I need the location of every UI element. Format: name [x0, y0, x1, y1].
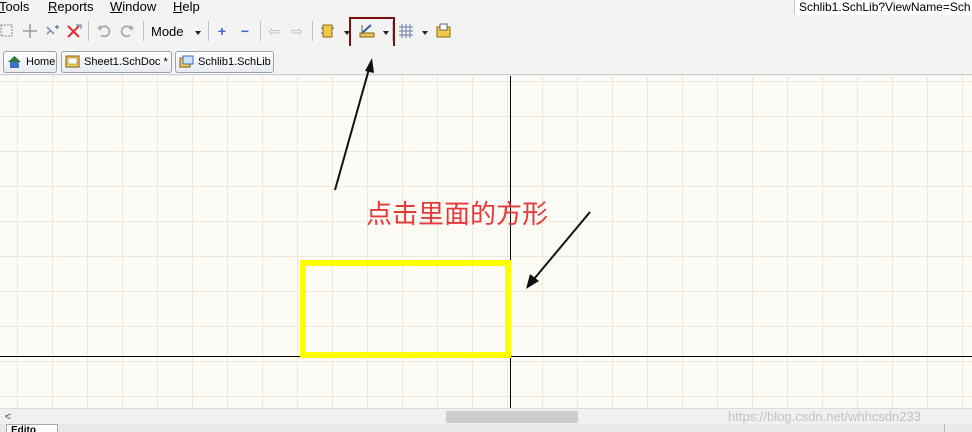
- schdoc-icon: [65, 55, 80, 68]
- zoom-out-icon[interactable]: −: [237, 23, 253, 39]
- menu-reports-label: eports: [57, 0, 94, 14]
- move-icon[interactable]: [22, 23, 38, 39]
- toolbar-separator: [312, 21, 313, 41]
- bottom-right-panel: [944, 424, 972, 432]
- menu-reports[interactable]: Reports: [48, 0, 94, 14]
- toolbar-separator: [208, 21, 209, 41]
- menu-reports-mnemonic: R: [48, 0, 58, 14]
- next-icon[interactable]: ⇨: [289, 23, 305, 39]
- toolbar-separator: [260, 21, 261, 41]
- scrollbar-thumb[interactable]: [446, 411, 578, 423]
- tab-home[interactable]: Home: [3, 51, 57, 73]
- document-tab-bar: Home Sheet1.SchDoc * Schlib1.SchLib: [0, 46, 972, 75]
- tab-sheet1-label: Sheet1.SchDoc *: [84, 56, 168, 68]
- menu-help-mnemonic: H: [173, 0, 183, 14]
- tab-home-label: Home: [26, 56, 56, 68]
- address-field[interactable]: Schlib1.SchLib?ViewName=Sch: [794, 0, 972, 15]
- component-rectangle[interactable]: [300, 260, 511, 358]
- schematic-canvas[interactable]: 点击里面的方形: [0, 76, 972, 408]
- library-icon[interactable]: [436, 23, 452, 39]
- toolbar: Mode + − ⇦ ⇨: [0, 15, 972, 46]
- cross-probe-icon[interactable]: [45, 23, 61, 39]
- grid-icon[interactable]: [398, 23, 414, 39]
- toolbar-separator: [88, 21, 89, 41]
- bottom-panel-strip: Edito: [0, 424, 972, 432]
- annotation-text: 点击里面的方形: [366, 200, 549, 230]
- menu-window[interactable]: Window: [110, 0, 156, 14]
- toolbar-separator: [143, 21, 144, 41]
- menu-window-mnemonic: W: [110, 0, 123, 14]
- chevron-down-icon[interactable]: [195, 31, 201, 35]
- tab-schlib1-schlib[interactable]: Schlib1.SchLib: [175, 51, 274, 73]
- watermark: https://blog.csdn.net/whhcsdn233: [728, 409, 921, 424]
- origin-axis-vertical: [510, 76, 511, 408]
- undo-icon[interactable]: [96, 23, 112, 39]
- select-area-icon[interactable]: [0, 23, 16, 39]
- menu-bar: Tools Reports Window Help Schlib1.SchLib…: [0, 0, 972, 15]
- scroll-left-arrow[interactable]: <: [2, 410, 14, 424]
- tab-sheet1-schdoc[interactable]: Sheet1.SchDoc *: [61, 51, 172, 73]
- mode-label: Mode: [151, 24, 184, 39]
- home-icon: [7, 55, 22, 68]
- redo-icon[interactable]: [119, 23, 135, 39]
- menu-tools[interactable]: Tools: [0, 0, 29, 14]
- menu-help[interactable]: Help: [173, 0, 200, 14]
- clear-icon[interactable]: [66, 23, 82, 39]
- mode-dropdown[interactable]: Mode: [151, 23, 184, 41]
- tab-editor[interactable]: Edito: [6, 424, 58, 432]
- component-icon[interactable]: [320, 23, 336, 39]
- schlib-icon: [179, 55, 194, 68]
- zoom-in-icon[interactable]: +: [214, 23, 230, 39]
- chevron-down-icon[interactable]: [422, 31, 428, 35]
- prev-icon[interactable]: ⇦: [266, 23, 282, 39]
- menu-tools-label: ools: [5, 0, 30, 14]
- horizontal-scrollbar[interactable]: < https://blog.csdn.net/whhcsdn233: [0, 408, 972, 424]
- tab-schlib1-label: Schlib1.SchLib: [198, 56, 271, 68]
- menu-help-label: elp: [182, 0, 200, 14]
- menu-window-label: indow: [122, 0, 157, 14]
